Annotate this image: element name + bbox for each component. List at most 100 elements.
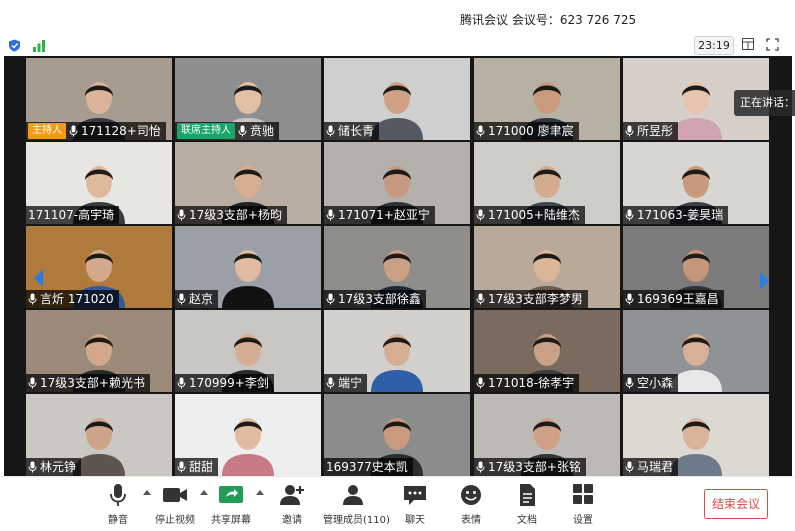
meeting-toolbar: 静音 停止视频 共享屏幕 邀请 管理成员(110) 聊天 表情 文档 设置 结束… (0, 476, 795, 531)
manage-members-button[interactable]: 管理成员(110) (323, 483, 390, 526)
participant-name: 17级3支部李梦男 (488, 292, 583, 306)
participant-tile[interactable]: 端宁 (324, 310, 470, 392)
participant-name: 17级3支部+赖光书 (40, 376, 145, 390)
participant-name: 17级3支部+杨昀 (189, 208, 282, 222)
participant-tile[interactable]: 林元铮 (26, 394, 172, 476)
share-screen-button[interactable]: 共享屏幕 (201, 483, 261, 526)
chat-icon (404, 486, 426, 505)
signal-icon[interactable] (32, 39, 46, 52)
participant-tile[interactable]: 17级3支部+张铭 (474, 394, 620, 476)
participant-tile[interactable]: 169377史本凯 (324, 394, 470, 476)
participant-figure (371, 334, 423, 392)
speaking-indicator: 正在讲话：1 (734, 90, 795, 116)
microphone-icon (177, 461, 186, 473)
microphone-icon (110, 484, 126, 506)
microphone-icon (625, 377, 634, 389)
participant-tile[interactable]: 171071+赵亚宁 (324, 142, 470, 224)
documents-label: 文档 (517, 515, 537, 526)
host-badge: 主持人 (28, 123, 66, 139)
shield-icon[interactable] (8, 39, 21, 52)
fullscreen-icon[interactable] (766, 38, 779, 51)
microphone-icon (326, 125, 335, 137)
participant-tile[interactable]: 170999+李剑 (175, 310, 321, 392)
settings-button[interactable]: 设置 (553, 483, 613, 526)
participant-label: 17级3支部+杨昀 (175, 206, 287, 224)
documents-button[interactable]: 文档 (497, 483, 557, 526)
mute-button[interactable]: 静音 (88, 483, 148, 526)
participant-label: 171000 廖聿宸 (474, 122, 579, 140)
participant-tile[interactable]: 17级3支部徐鑫 (324, 226, 470, 308)
participant-tile[interactable]: 171063-姜昊瑞 (623, 142, 769, 224)
microphone-icon (476, 293, 485, 305)
participant-label: 171005+陆维杰 (474, 206, 585, 224)
microphone-icon (625, 461, 634, 473)
manage-members-label: 管理成员(110) (323, 515, 390, 526)
microphone-icon (177, 293, 186, 305)
participant-name: 所昱彤 (637, 124, 674, 138)
participant-figure (222, 418, 274, 476)
end-meeting-button[interactable]: 结束会议 (704, 489, 768, 519)
participant-label: 169369王嘉昌 (623, 290, 724, 308)
participant-tile[interactable]: 甜甜 (175, 394, 321, 476)
participant-tile[interactable]: 17级3支部+杨昀 (175, 142, 321, 224)
participant-tile[interactable]: 171107-高宇琦 (26, 142, 172, 224)
chat-label: 聊天 (405, 515, 425, 526)
participant-name: 170999+李剑 (189, 376, 269, 390)
participant-name: 171071+赵亚宁 (338, 208, 430, 222)
participant-tile[interactable]: 17级3支部+赖光书 (26, 310, 172, 392)
mute-label: 静音 (108, 515, 128, 526)
microphone-icon (326, 293, 335, 305)
stop-video-label: 停止视频 (155, 515, 195, 526)
participant-name: 171018-徐孝宇 (488, 376, 575, 390)
participant-tile[interactable]: 储长青 (324, 58, 470, 140)
participant-tile[interactable]: 171005+陆维杰 (474, 142, 620, 224)
participant-tile[interactable]: 171018-徐孝宇 (474, 310, 620, 392)
participant-tile[interactable]: 17级3支部李梦男 (474, 226, 620, 308)
invite-button[interactable]: 邀请 (262, 483, 322, 526)
participant-name: 储长青 (338, 124, 375, 138)
participant-label: 17级3支部李梦男 (474, 290, 588, 308)
microphone-icon (28, 461, 37, 473)
participant-label: 171063-姜昊瑞 (623, 206, 729, 224)
participant-tile[interactable]: 空小森 (623, 310, 769, 392)
microphone-icon (476, 209, 485, 221)
next-page-icon[interactable] (754, 266, 776, 296)
participant-label: 赵京 (175, 290, 219, 308)
participant-name: 贲驰 (250, 124, 275, 138)
microphone-icon (476, 377, 485, 389)
stop-video-button[interactable]: 停止视频 (145, 483, 205, 526)
members-icon (343, 485, 363, 505)
participant-label: 储长青 (324, 122, 380, 140)
participant-tile[interactable]: 马瑞君 (623, 394, 769, 476)
microphone-icon (326, 209, 335, 221)
participant-tile[interactable]: 171000 廖聿宸 (474, 58, 620, 140)
prev-page-icon[interactable] (28, 263, 50, 293)
participant-tile[interactable]: 主持人 171128+司怡 (26, 58, 172, 140)
participant-name: 171063-姜昊瑞 (637, 208, 724, 222)
participant-label: 171018-徐孝宇 (474, 374, 580, 392)
participant-name: 甜甜 (189, 460, 214, 474)
participant-name: 169369王嘉昌 (637, 292, 719, 306)
cohost-badge: 联席主持人 (177, 123, 235, 139)
microphone-icon (238, 125, 247, 137)
chat-button[interactable]: 聊天 (385, 483, 445, 526)
participant-tile[interactable]: 赵京 (175, 226, 321, 308)
smiley-icon (461, 485, 481, 505)
layout-icon[interactable] (742, 38, 754, 50)
participant-label: 169377史本凯 (324, 458, 413, 476)
participant-name: 马瑞君 (637, 460, 674, 474)
microphone-icon (326, 377, 335, 389)
microphone-icon (625, 209, 634, 221)
microphone-icon (177, 209, 186, 221)
microphone-icon (625, 125, 634, 137)
status-row: 23:19 (0, 34, 795, 56)
microphone-icon (28, 293, 37, 305)
participant-tile[interactable]: 169369王嘉昌 (623, 226, 769, 308)
participant-tile[interactable]: 联席主持人 贲驰 (175, 58, 321, 140)
microphone-icon (625, 293, 634, 305)
share-screen-label: 共享屏幕 (211, 515, 251, 526)
video-grid: 主持人 171128+司怡 联席主持人 贲驰 储长青 171000 廖聿宸 所昱彤 17110… (4, 56, 792, 476)
settings-label: 设置 (573, 515, 593, 526)
reactions-button[interactable]: 表情 (441, 483, 501, 526)
participant-label: 171107-高宇琦 (26, 206, 120, 224)
